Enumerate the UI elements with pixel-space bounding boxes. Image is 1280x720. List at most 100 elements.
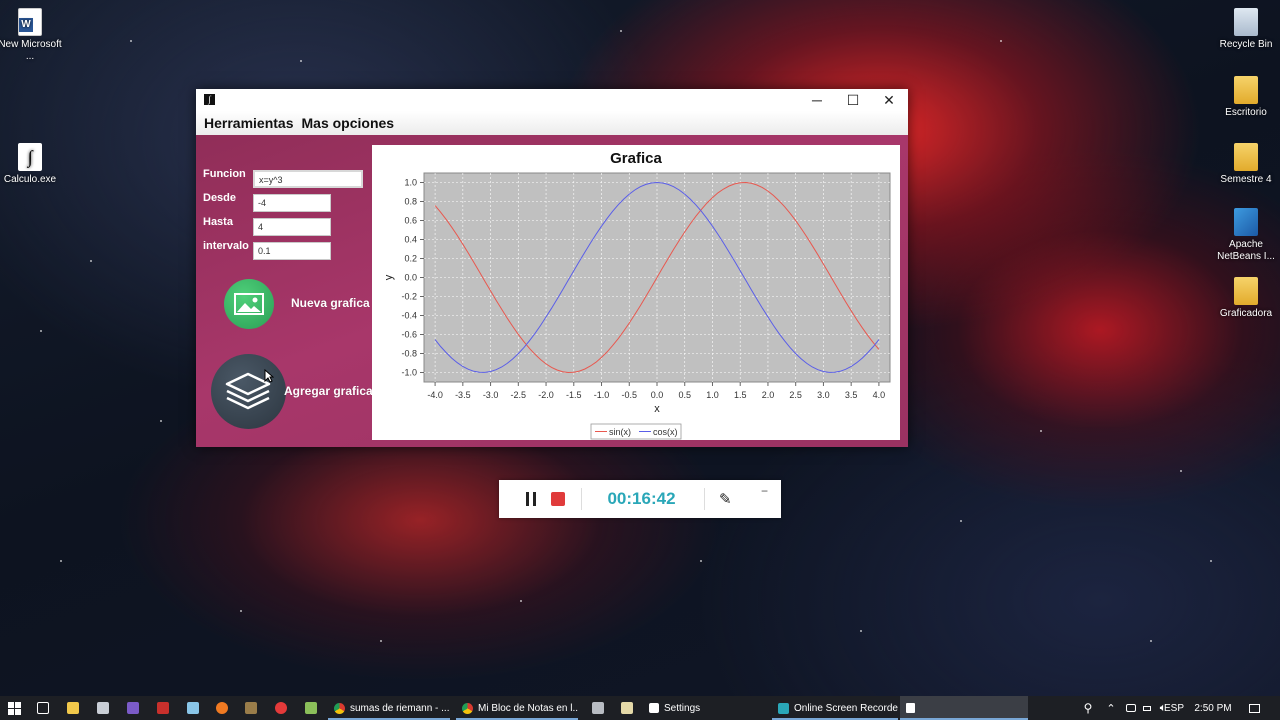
y-tick-label: -0.8: [401, 349, 417, 359]
minimize-button[interactable]: ─: [799, 89, 835, 111]
windows-icon: [7, 701, 21, 715]
menu-herramientas[interactable]: Herramientas: [204, 115, 294, 131]
language-indicator[interactable]: ESP: [1160, 696, 1188, 720]
mouse-cursor-icon: [264, 369, 274, 383]
taskbar-task-recorder[interactable]: Online Screen Recorder: [772, 696, 898, 720]
task-label: Online Screen Recorder: [794, 702, 898, 714]
taskbar-task-calculo[interactable]: [900, 696, 1028, 720]
x-tick-label: 2.5: [789, 390, 802, 400]
desde-label: Desde: [203, 192, 237, 204]
close-button[interactable]: ✕: [871, 89, 907, 111]
desktop-icon-recycle-bin[interactable]: Recycle Bin: [1209, 8, 1280, 51]
app-icon[interactable]: [238, 696, 264, 720]
y-tick-label: -0.2: [401, 292, 417, 302]
app-window: ∫ ─ ☐ ✕ Herramientas Mas opciones Funcio…: [196, 89, 908, 447]
task-label: sumas de riemann - ...: [350, 702, 450, 714]
desktop-icon-label: Graficadora: [1219, 308, 1273, 319]
agregar-grafica-label[interactable]: Agregar grafica: [284, 384, 373, 398]
x-tick-label: 2.0: [762, 390, 775, 400]
title-bar[interactable]: ∫ ─ ☐ ✕: [196, 89, 908, 111]
task-view-icon[interactable]: [30, 696, 56, 720]
x-tick-label: -3.0: [483, 390, 499, 400]
desktop-icon-label: Apache NetBeans I...: [1217, 239, 1275, 262]
intervalo-input[interactable]: 0.1: [253, 242, 331, 260]
chrome-icon: [334, 702, 345, 714]
menu-bar: Herramientas Mas opciones: [196, 111, 908, 135]
desktop-icon-escritorio[interactable]: Escritorio: [1209, 76, 1280, 119]
network-icon[interactable]: [1122, 696, 1140, 720]
clock[interactable]: 2:50 PM: [1190, 696, 1236, 720]
menu-mas-opciones[interactable]: Mas opciones: [302, 115, 395, 131]
pause-icon[interactable]: [526, 492, 536, 506]
x-tick-label: 3.5: [845, 390, 858, 400]
intervalo-label: intervalo: [203, 240, 249, 252]
screen-recorder-bar: 00:16:42 ✎ −: [499, 480, 781, 518]
start-button[interactable]: [0, 696, 28, 720]
app-icon-2[interactable]: [298, 696, 324, 720]
folder-icon: [1234, 143, 1258, 171]
stop-icon[interactable]: [551, 492, 565, 506]
recorder-icon: [778, 702, 789, 714]
x-tick-label: -0.5: [622, 390, 638, 400]
chrome-icon: [462, 702, 473, 714]
x-tick-label: -2.0: [538, 390, 554, 400]
desktop-icon-semestre[interactable]: Semestre 4: [1209, 143, 1280, 186]
integral-app-icon: [906, 703, 915, 713]
chart-svg: -4.0 -3.5 -3.0 -2.5 -2.0 -1.5 -1.0 -0.5 0.0 0.5 1.…: [383, 172, 891, 440]
paint-icon[interactable]: [90, 696, 116, 720]
x-tick-label: 1.5: [734, 390, 747, 400]
desktop-icon-label: Calculo.exe: [3, 174, 57, 185]
nueva-grafica-label[interactable]: Nueva grafica: [291, 296, 370, 310]
notepad-icon[interactable]: [180, 696, 206, 720]
taskbar-task-settings[interactable]: Settings: [643, 696, 771, 720]
visual-studio-icon[interactable]: [120, 696, 146, 720]
desde-input[interactable]: -4: [253, 194, 331, 212]
notifications-icon[interactable]: [1242, 696, 1266, 720]
netbeans-icon: [1234, 208, 1258, 236]
chevron-up-icon[interactable]: ⌃: [1102, 696, 1120, 720]
y-axis-label: y: [383, 274, 395, 280]
agregar-grafica-button[interactable]: [211, 354, 286, 429]
funcion-input[interactable]: x=y^3: [253, 170, 363, 188]
y-tick-label: -1.0: [401, 368, 417, 378]
recorder-app-icon[interactable]: [268, 696, 294, 720]
y-tick-label: -0.6: [401, 330, 417, 340]
folder-icon: [1234, 76, 1258, 104]
desktop-icon-calculo[interactable]: ∫ Calculo.exe: [0, 143, 67, 186]
firefox-icon[interactable]: [209, 696, 235, 720]
funcion-label: Funcion: [203, 168, 246, 180]
x-tick-label: 3.0: [817, 390, 830, 400]
taskbar-task-sumas[interactable]: sumas de riemann - ...: [328, 696, 450, 720]
desktop-icon-word[interactable]: New Microsoft ...: [0, 8, 67, 63]
x-axis-label: x: [654, 403, 660, 415]
taskbar-pinned-app-2[interactable]: [614, 696, 640, 720]
taskbar-pinned-app[interactable]: [585, 696, 611, 720]
legend-label: cos(x): [653, 427, 678, 437]
x-tick-label: -1.5: [566, 390, 582, 400]
desktop-icon-graficadora[interactable]: Graficadora: [1209, 277, 1280, 320]
x-tick-label: -1.0: [594, 390, 610, 400]
layers-icon: [225, 372, 271, 410]
desktop-icon-label: New Microsoft ...: [0, 39, 62, 62]
battery-icon[interactable]: [1140, 696, 1154, 720]
image-icon: [234, 293, 264, 315]
chart-title: Grafica: [610, 150, 662, 167]
desktop-icon-netbeans[interactable]: Apache NetBeans I...: [1209, 208, 1280, 263]
task-label: Mi Bloc de Notas en l...: [478, 702, 578, 714]
y-tick-label: 0.2: [404, 254, 417, 264]
chart-panel: -4.0 -3.5 -3.0 -2.5 -2.0 -1.5 -1.0 -0.5 0.0 0.5 1.…: [372, 145, 900, 440]
desktop-icon-label: Recycle Bin: [1219, 39, 1273, 50]
maximize-button[interactable]: ☐: [835, 89, 871, 111]
nueva-grafica-button[interactable]: [224, 279, 274, 329]
y-tick-label: 0.8: [404, 197, 417, 207]
recorder-minimize-button[interactable]: −: [761, 484, 768, 498]
recording-timer: 00:16:42: [607, 489, 676, 508]
hasta-input[interactable]: 4: [253, 218, 331, 236]
matlab-icon[interactable]: [150, 696, 176, 720]
people-icon[interactable]: ⚲: [1078, 696, 1098, 720]
x-tick-label: 0.5: [678, 390, 691, 400]
file-explorer-icon[interactable]: [60, 696, 86, 720]
taskbar-task-bloc-notas[interactable]: Mi Bloc de Notas en l...: [456, 696, 578, 720]
gear-icon: [649, 703, 659, 713]
pen-icon[interactable]: ✎: [719, 490, 732, 508]
